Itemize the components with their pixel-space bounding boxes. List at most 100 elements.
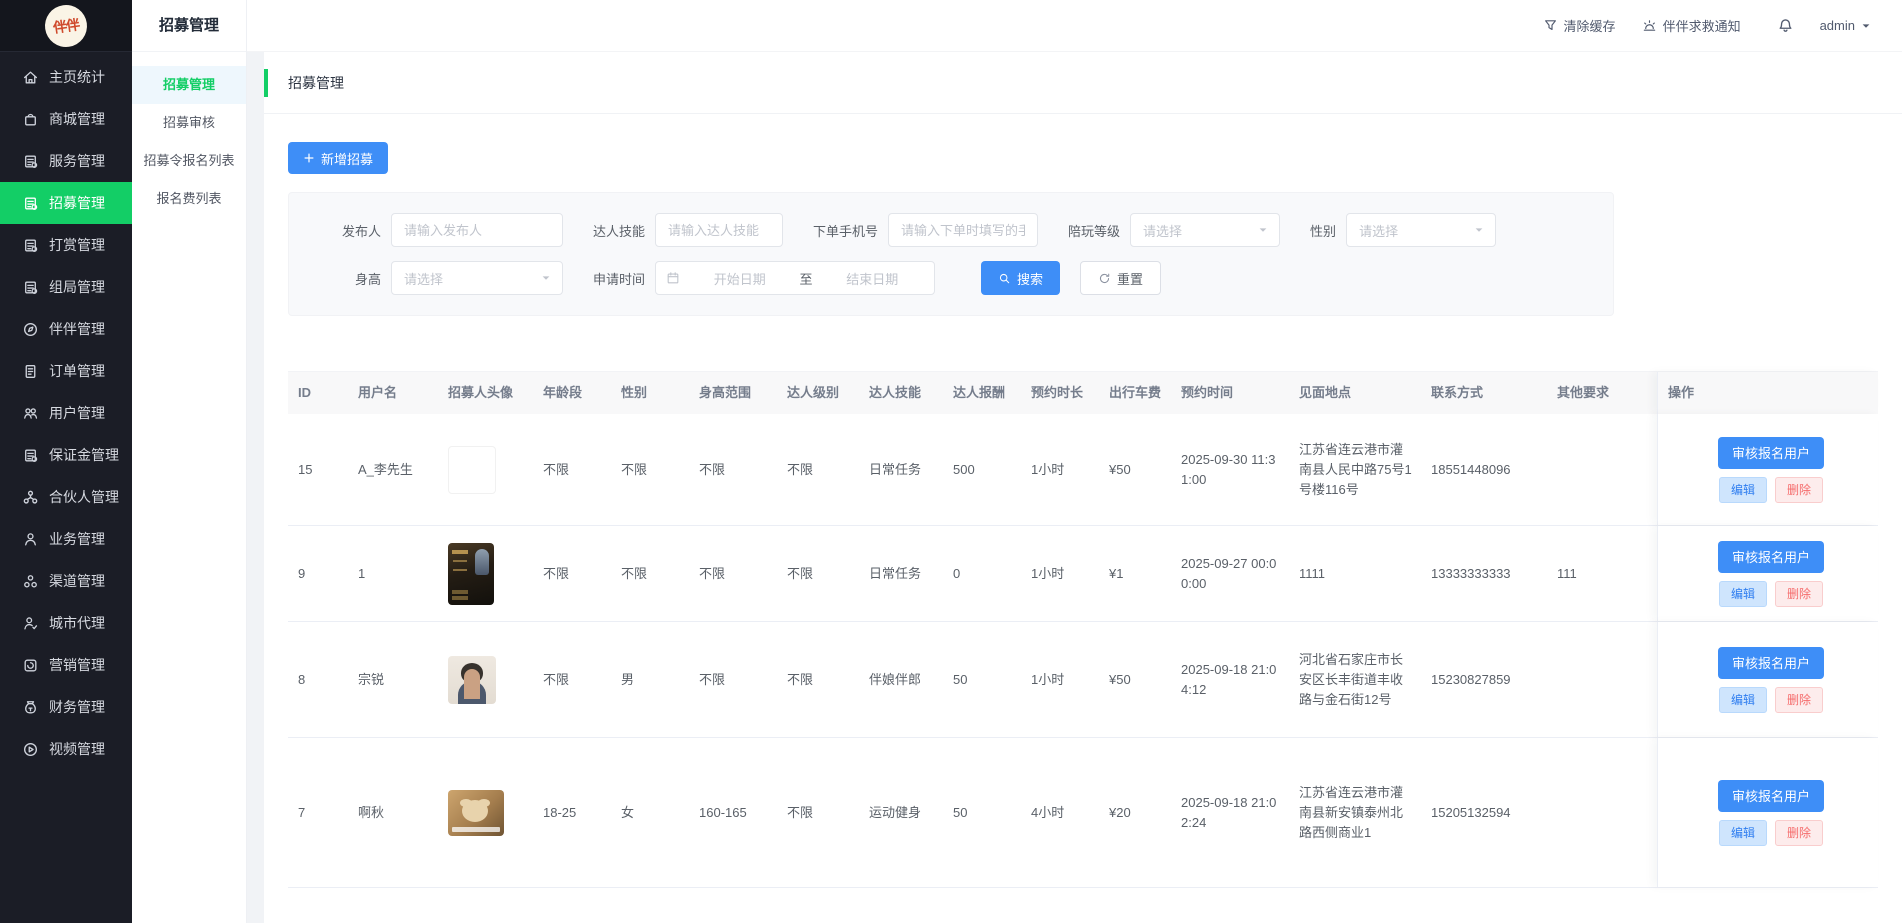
- table-cell-duration: 4小时: [1021, 738, 1099, 887]
- table-cell-username: 啊秋: [348, 738, 438, 887]
- review-signup-users-button[interactable]: 审核报名用户: [1718, 541, 1824, 573]
- sidebar-item-5[interactable]: 打赏管理: [0, 224, 132, 266]
- add-recruit-button[interactable]: 新增招募: [288, 142, 388, 174]
- filter-skill: 达人技能: [593, 213, 783, 247]
- submenu-item-3[interactable]: 招募令报名列表: [132, 142, 246, 180]
- sidebar-item-14[interactable]: 城市代理: [0, 602, 132, 644]
- table-cell-contact: 18551448096: [1421, 414, 1547, 525]
- alarm-icon: [1642, 18, 1657, 33]
- buddy-icon: [22, 321, 39, 338]
- rescue-notice-button[interactable]: 伴伴求救通知: [1642, 16, 1741, 35]
- submenu-item-2[interactable]: 招募审核: [132, 104, 246, 142]
- add-recruit-label: 新增招募: [321, 149, 373, 168]
- sidebar-item-6[interactable]: 组局管理: [0, 266, 132, 308]
- sidebar-item-10[interactable]: 保证金管理: [0, 434, 132, 476]
- table-cell-level: 不限: [777, 622, 859, 737]
- chevron-down-icon: [1257, 224, 1269, 236]
- height-select[interactable]: 请选择: [391, 261, 563, 295]
- sidebar-item-12[interactable]: 业务管理: [0, 518, 132, 560]
- sidebar-item-7[interactable]: 伴伴管理: [0, 308, 132, 350]
- table-body: 15A_李先生不限不限不限不限日常任务5001小时¥502025-09-30 1…: [288, 414, 1878, 888]
- submenu-items: 招募管理招募审核招募令报名列表报名费列表: [132, 52, 246, 218]
- bell-icon[interactable]: [1777, 17, 1794, 34]
- table-cell-actions: 审核报名用户编辑删除: [1657, 526, 1878, 621]
- delete-button[interactable]: 删除: [1775, 477, 1823, 503]
- order-phone-input[interactable]: [888, 213, 1038, 247]
- filter-panel: 发布人 达人技能 下单手机号 陪玩等级 请选择: [288, 192, 1614, 316]
- column-header: 预约时长: [1021, 372, 1099, 414]
- clear-cache-button[interactable]: 清除缓存: [1543, 16, 1616, 35]
- sidebar-item-label: 打赏管理: [49, 235, 105, 255]
- delete-button[interactable]: 删除: [1775, 581, 1823, 607]
- sidebar-item-16[interactable]: 财务管理: [0, 686, 132, 728]
- reset-icon: [1098, 272, 1111, 285]
- rescue-notice-label: 伴伴求救通知: [1663, 16, 1741, 35]
- sidebar-item-label: 视频管理: [49, 739, 105, 759]
- column-header: 年龄段: [533, 372, 611, 414]
- sidebar-item-label: 保证金管理: [49, 445, 119, 465]
- column-header: 性别: [611, 372, 689, 414]
- city-icon: [22, 615, 39, 632]
- publisher-input[interactable]: [391, 213, 563, 247]
- topbar: 清除缓存 伴伴求救通知 admin: [247, 0, 1902, 52]
- edit-button[interactable]: 编辑: [1719, 687, 1767, 713]
- channel-icon: [22, 573, 39, 590]
- apply-time-daterange[interactable]: 开始日期 至 结束日期: [655, 261, 935, 295]
- sidebar-item-2[interactable]: 商城管理: [0, 98, 132, 140]
- page-title: 招募管理: [288, 73, 344, 93]
- sidebar-item-label: 渠道管理: [49, 571, 105, 591]
- sidebar-menu: 主页统计商城管理服务管理招募管理打赏管理组局管理伴伴管理订单管理用户管理保证金管…: [0, 52, 132, 770]
- review-signup-users-button[interactable]: 审核报名用户: [1718, 437, 1824, 469]
- review-signup-users-button[interactable]: 审核报名用户: [1718, 647, 1824, 679]
- gender-select[interactable]: 请选择: [1346, 213, 1496, 247]
- sidebar-item-3[interactable]: 服务管理: [0, 140, 132, 182]
- app-logo[interactable]: 伴伴: [42, 2, 89, 49]
- table-cell-reward: 50: [943, 738, 1021, 887]
- sidebar-item-4[interactable]: 招募管理: [0, 182, 132, 224]
- edit-button[interactable]: 编辑: [1719, 820, 1767, 846]
- clear-cache-icon: [1543, 18, 1558, 33]
- delete-button[interactable]: 删除: [1775, 820, 1823, 846]
- search-button[interactable]: 搜索: [981, 261, 1060, 295]
- table-cell-duration: 1小时: [1021, 414, 1099, 525]
- table-cell-id: 15: [288, 414, 348, 525]
- user-menu[interactable]: admin: [1820, 18, 1872, 33]
- chevron-down-icon: [540, 272, 552, 284]
- table-cell-level: 不限: [777, 526, 859, 621]
- sidebar-item-17[interactable]: 视频管理: [0, 728, 132, 770]
- table-cell-height_range: 不限: [689, 622, 777, 737]
- column-header: 身高范围: [689, 372, 777, 414]
- sidebar-item-1[interactable]: 主页统计: [0, 56, 132, 98]
- sidebar-item-label: 财务管理: [49, 697, 105, 717]
- filter-apply-time: 申请时间 开始日期 至 结束日期: [593, 261, 935, 295]
- sidebar-item-9[interactable]: 用户管理: [0, 392, 132, 434]
- sidebar-item-11[interactable]: 合伙人管理: [0, 476, 132, 518]
- table-row: 15A_李先生不限不限不限不限日常任务5001小时¥502025-09-30 1…: [288, 414, 1878, 526]
- reset-button[interactable]: 重置: [1080, 261, 1161, 295]
- companion-level-select[interactable]: 请选择: [1130, 213, 1280, 247]
- table-cell-avatar: [438, 526, 533, 621]
- edit-button[interactable]: 编辑: [1719, 477, 1767, 503]
- submenu-item-4[interactable]: 报名费列表: [132, 180, 246, 218]
- submenu-item-1[interactable]: 招募管理: [132, 66, 246, 104]
- edit-button[interactable]: 编辑: [1719, 581, 1767, 607]
- review-signup-users-button[interactable]: 审核报名用户: [1718, 780, 1824, 812]
- sidebar-item-label: 招募管理: [49, 193, 105, 213]
- skill-input[interactable]: [655, 213, 783, 247]
- table-cell-level: 不限: [777, 738, 859, 887]
- delete-button[interactable]: 删除: [1775, 687, 1823, 713]
- primary-sidebar: 伴伴 主页统计商城管理服务管理招募管理打赏管理组局管理伴伴管理订单管理用户管理保…: [0, 0, 132, 923]
- column-header: 达人级别: [777, 372, 859, 414]
- sidebar-item-label: 服务管理: [49, 151, 105, 171]
- sidebar-item-label: 订单管理: [49, 361, 105, 381]
- filter-order-phone: 下单手机号: [813, 213, 1038, 247]
- reward-icon: [22, 237, 39, 254]
- table-cell-fare: ¥20: [1099, 738, 1171, 887]
- sidebar-item-label: 城市代理: [49, 613, 105, 633]
- sidebar-item-13[interactable]: 渠道管理: [0, 560, 132, 602]
- table-row: 91不限不限不限不限日常任务01小时¥12025-09-27 00:00:001…: [288, 526, 1878, 622]
- recruiter-avatar: [448, 543, 494, 605]
- sidebar-item-15[interactable]: 营销管理: [0, 644, 132, 686]
- sidebar-item-8[interactable]: 订单管理: [0, 350, 132, 392]
- table-cell-skill: 日常任务: [859, 414, 943, 525]
